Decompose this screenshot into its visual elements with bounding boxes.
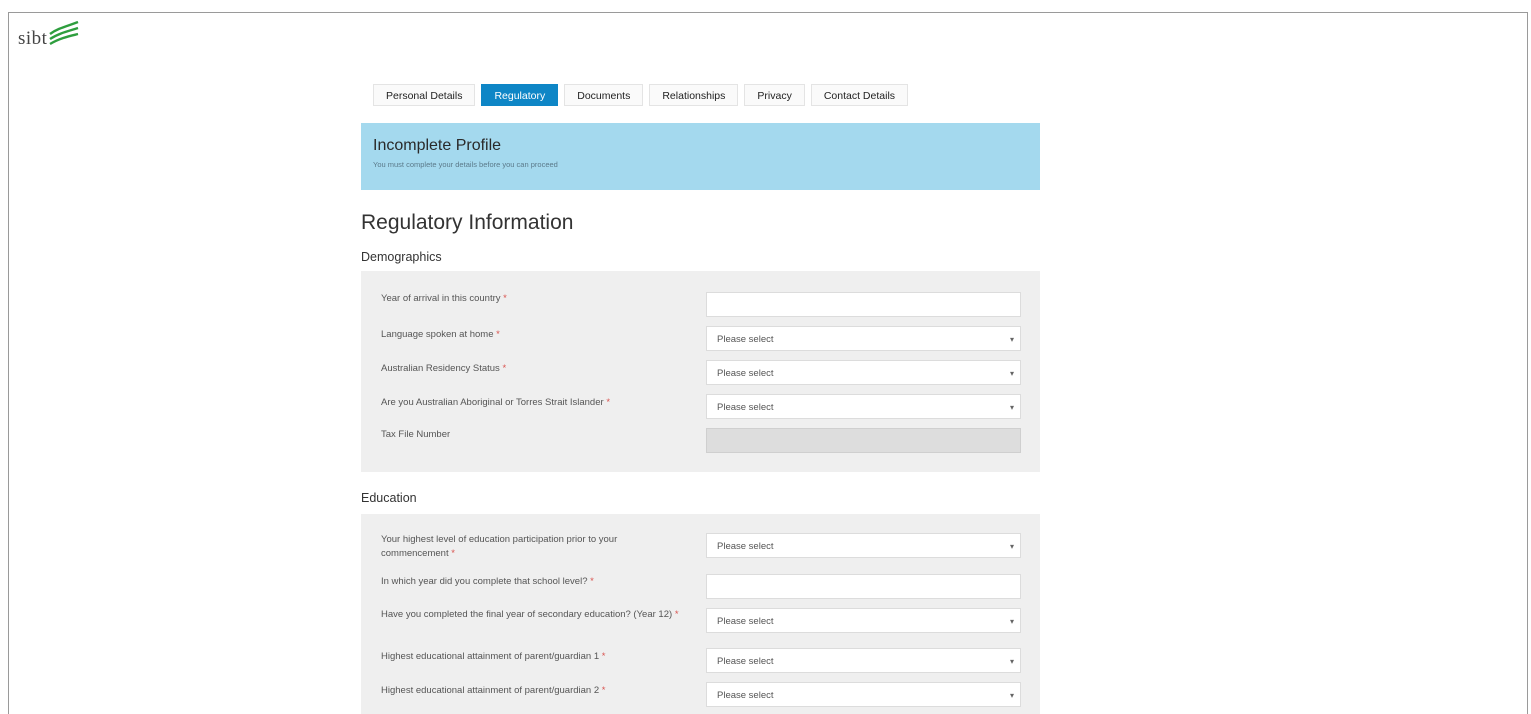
chevron-down-icon: ▾ — [1009, 617, 1014, 626]
parent-guardian-2-select[interactable]: Please select ▾ — [706, 682, 1021, 707]
window-border-top — [8, 12, 1528, 13]
select-value: Please select — [717, 541, 774, 552]
year-of-arrival-input[interactable] — [706, 292, 1021, 317]
alert-message: You must complete your details before yo… — [373, 160, 558, 169]
field-label-parent-guardian-1: Highest educational attainment of parent… — [381, 651, 606, 662]
language-at-home-select[interactable]: Please select ▾ — [706, 326, 1021, 351]
field-label-parent-guardian-2: Highest educational attainment of parent… — [381, 685, 606, 696]
chevron-down-icon: ▾ — [1009, 542, 1014, 551]
field-label-tax-file-number: Tax File Number — [381, 429, 451, 440]
tab-personal-details[interactable]: Personal Details — [373, 84, 476, 106]
select-value: Please select — [717, 368, 774, 379]
aboriginal-torres-strait-select[interactable]: Please select ▾ — [706, 394, 1021, 419]
tab-regulatory[interactable]: Regulatory — [481, 84, 559, 106]
select-value: Please select — [717, 690, 774, 701]
demographics-section-title: Demographics — [361, 250, 442, 264]
tab-documents[interactable]: Documents — [564, 84, 644, 106]
page-title: Regulatory Information — [361, 211, 574, 234]
parent-guardian-1-select[interactable]: Please select ▾ — [706, 648, 1021, 673]
highest-education-select[interactable]: Please select ▾ — [706, 533, 1021, 558]
select-value: Please select — [717, 616, 774, 627]
school-level-year-input[interactable] — [706, 574, 1021, 599]
field-label-year-12-completed: Have you completed the final year of sec… — [381, 609, 679, 620]
select-value: Please select — [717, 334, 774, 345]
profile-tabs: Personal Details Regulatory Documents Re… — [373, 84, 909, 106]
logo-swoosh-icon — [49, 20, 79, 46]
window-border-left — [8, 12, 9, 714]
tab-privacy[interactable]: Privacy — [744, 84, 805, 106]
select-value: Please select — [717, 656, 774, 667]
incomplete-profile-alert: Incomplete Profile You must complete you… — [361, 123, 1040, 190]
field-label-language-at-home: Language spoken at home * — [381, 329, 500, 340]
chevron-down-icon: ▾ — [1009, 369, 1014, 378]
chevron-down-icon: ▾ — [1009, 657, 1014, 666]
chevron-down-icon: ▾ — [1009, 335, 1014, 344]
year-12-completed-select[interactable]: Please select ▾ — [706, 608, 1021, 633]
tab-contact-details[interactable]: Contact Details — [810, 84, 909, 106]
field-label-highest-education: Your highest level of education particip… — [381, 534, 618, 559]
window-border-right — [1527, 12, 1528, 714]
chevron-down-icon: ▾ — [1009, 403, 1014, 412]
logo-text: sibt — [18, 28, 48, 49]
field-label-year-of-arrival: Year of arrival in this country * — [381, 293, 507, 304]
field-label-aboriginal-torres-strait: Are you Australian Aboriginal or Torres … — [381, 397, 611, 408]
select-value: Please select — [717, 402, 774, 413]
residency-status-select[interactable]: Please select ▾ — [706, 360, 1021, 385]
field-label-residency-status: Australian Residency Status * — [381, 363, 507, 374]
tab-relationships[interactable]: Relationships — [649, 84, 739, 106]
chevron-down-icon: ▾ — [1009, 691, 1014, 700]
tax-file-number-input — [706, 428, 1021, 453]
field-label-school-level-year: In which year did you complete that scho… — [381, 576, 594, 587]
education-section-title: Education — [361, 491, 417, 505]
alert-title: Incomplete Profile — [373, 137, 502, 154]
